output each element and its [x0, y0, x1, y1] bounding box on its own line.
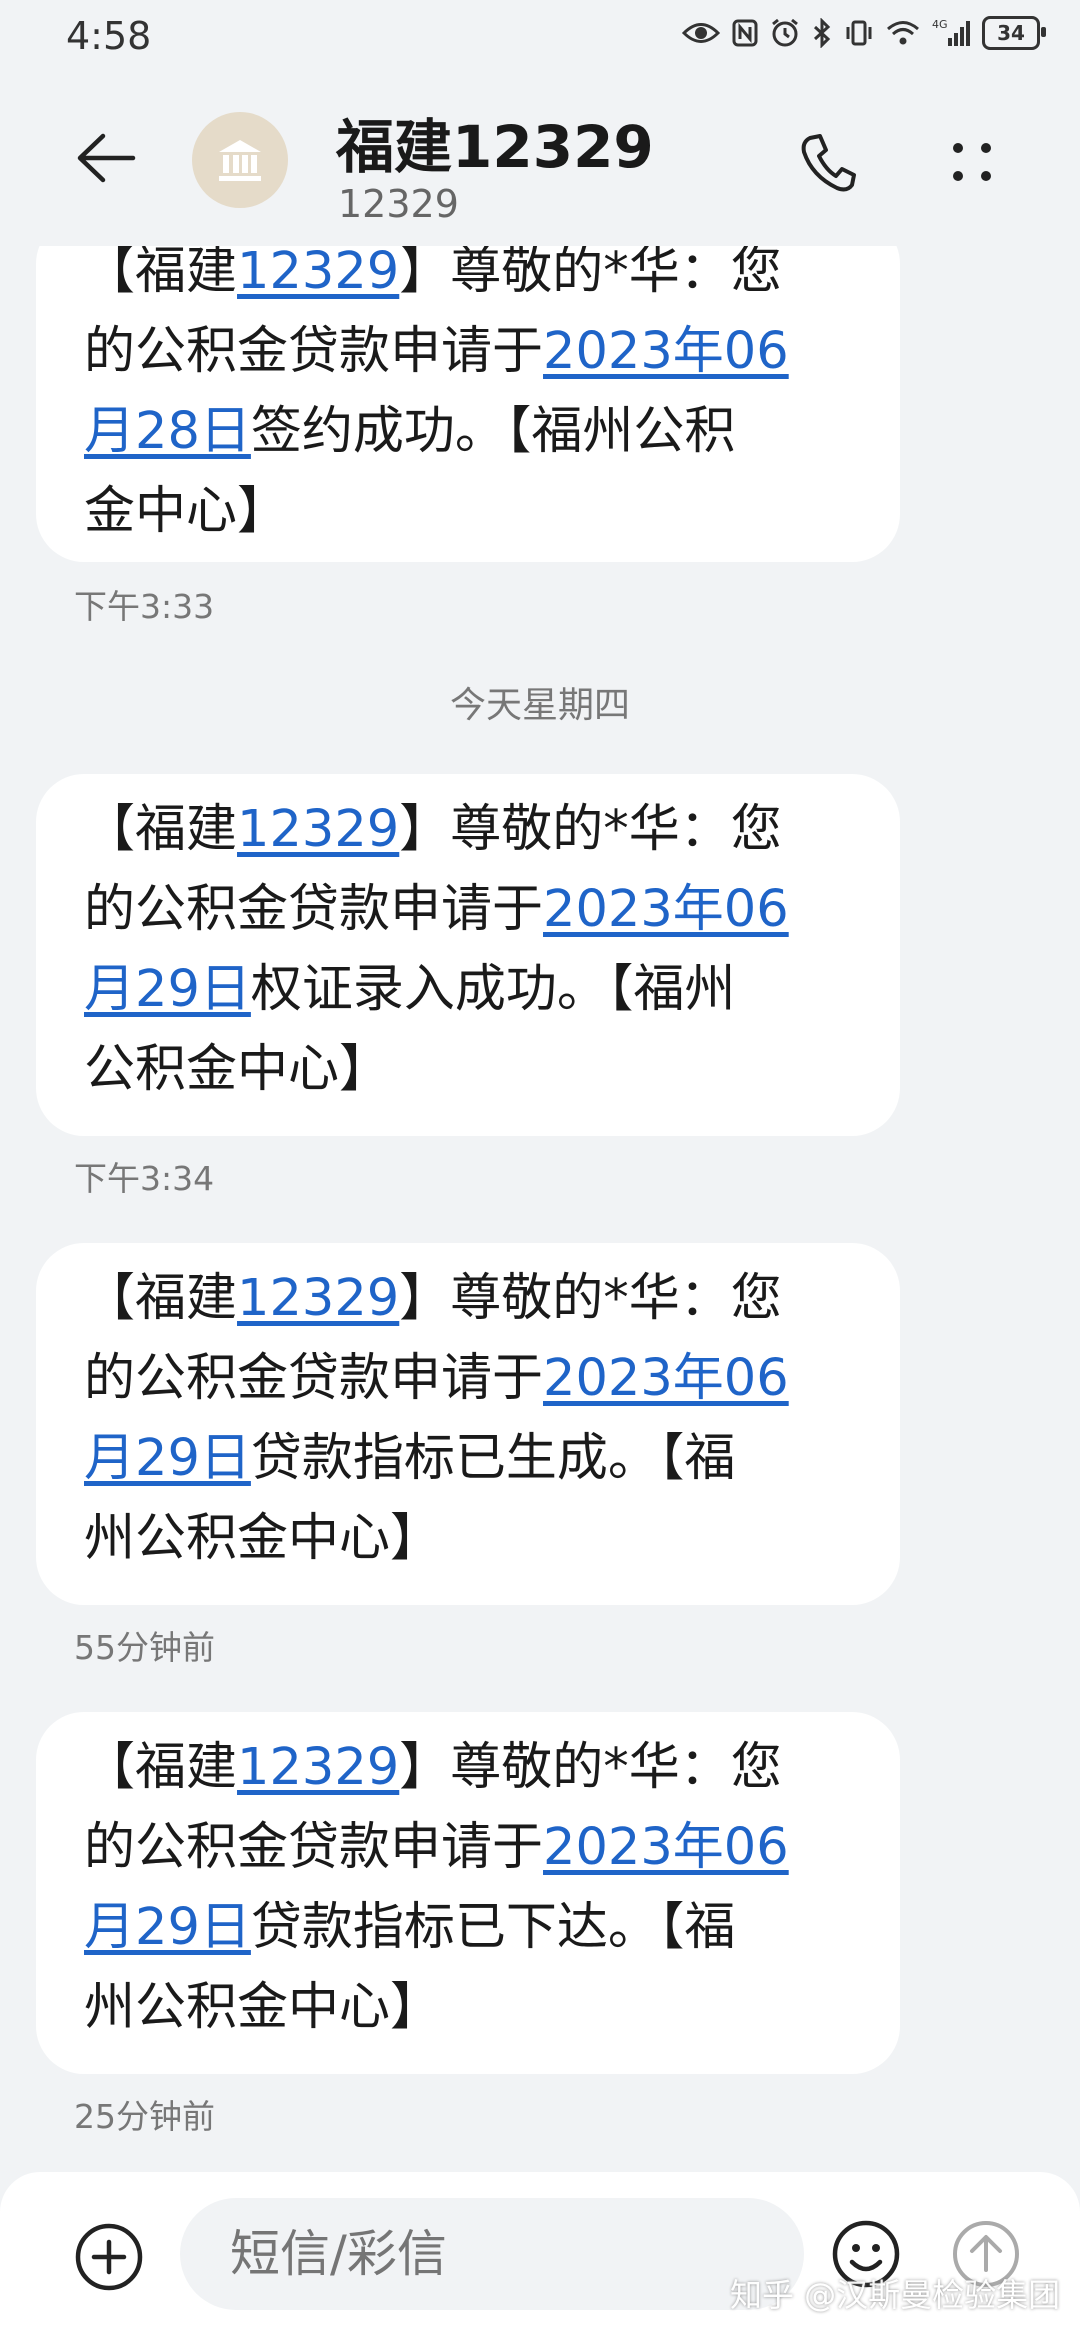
message-bubble[interactable]: 【福建12329】尊敬的*华：您 的公积金贷款申请于2023年06 月29日贷款指标… — [36, 1712, 900, 2074]
message-link[interactable]: 12329 — [237, 1269, 399, 1328]
message-text: 【福建 — [84, 242, 238, 301]
message-text: 的公积金贷款申请于 — [84, 880, 544, 939]
nfc-icon — [732, 19, 758, 47]
message-bubble[interactable]: 【福建12329】尊敬的*华：您 的公积金贷款申请于2023年06 月28日签约成功… — [36, 216, 900, 562]
status-time: 4:58 — [66, 14, 152, 58]
message-line: 的公积金贷款申请于2023年06 — [84, 1808, 850, 1888]
message-line: 的公积金贷款申请于2023年06 — [84, 312, 850, 392]
bank-icon — [219, 140, 261, 181]
message-text: 的公积金贷款申请于 — [84, 322, 544, 381]
more-icon — [953, 143, 991, 181]
conversation-title: 福建12329 — [336, 113, 654, 181]
message-text: 【福建 — [84, 800, 238, 859]
message-bubble[interactable]: 【福建12329】尊敬的*华：您 的公积金贷款申请于2023年06 月29日权证录入… — [36, 774, 900, 1136]
message-line: 的公积金贷款申请于2023年06 — [84, 870, 850, 950]
message-text: 的公积金贷款申请于 — [84, 1818, 544, 1877]
message-line: 月29日权证录入成功。【福州 — [84, 950, 850, 1030]
message-time: 25分钟前 — [74, 2097, 215, 2136]
message-line: 的公积金贷款申请于2023年06 — [84, 1339, 850, 1419]
conversation-header: 福建12329 12329 — [0, 76, 1080, 246]
message-line: 【福建12329】尊敬的*华：您 — [84, 790, 850, 870]
message-time: 55分钟前 — [74, 1628, 215, 1667]
message-line: 月29日贷款指标已生成。【福 — [84, 1419, 850, 1499]
phone-icon — [801, 134, 856, 192]
message-text: 金中心】 — [84, 482, 289, 541]
message-text: 】尊敬的*华：您 — [399, 800, 782, 859]
message-line: 月28日签约成功。【福州公积 — [84, 392, 850, 472]
message-text: 【福建 — [84, 1738, 238, 1797]
vibrate-icon — [846, 20, 872, 46]
status-icons: 4G 34 — [682, 16, 1046, 50]
message-link[interactable]: 2023年06 — [543, 880, 789, 939]
message-text: 的公积金贷款申请于 — [84, 1349, 544, 1408]
message-text: 州公积金中心】 — [84, 1978, 442, 2037]
arrow-left-icon — [77, 133, 136, 183]
message-text: 】尊敬的*华：您 — [399, 242, 782, 301]
message-input[interactable] — [180, 2198, 804, 2310]
network-type: 4G — [932, 18, 948, 31]
message-line: 州公积金中心】 — [84, 1499, 850, 1579]
plus-circle-icon — [75, 2223, 143, 2291]
message-time: 下午3:33 — [74, 587, 215, 626]
message-line: 月29日贷款指标已下达。【福 — [84, 1888, 850, 1968]
message-text: 公积金中心】 — [84, 1040, 391, 1099]
eye-icon — [682, 23, 720, 43]
message-link[interactable]: 12329 — [237, 800, 399, 859]
back-button[interactable] — [70, 122, 142, 194]
message-link[interactable]: 2023年06 — [543, 1818, 789, 1877]
message-link[interactable]: 2023年06 — [543, 322, 789, 381]
message-text: 【福建 — [84, 1269, 238, 1328]
message-line: 【福建12329】尊敬的*华：您 — [84, 1259, 850, 1339]
message-time: 下午3:34 — [74, 1159, 215, 1198]
message-link[interactable]: 月28日 — [84, 402, 251, 461]
message-text: 州公积金中心】 — [84, 1509, 442, 1568]
status-bar: 4:58 4G 34 — [0, 0, 1080, 76]
message-link[interactable]: 月29日 — [84, 1898, 251, 1957]
message-text: 】尊敬的*华：您 — [399, 1738, 782, 1797]
message-bubble[interactable]: 【福建12329】尊敬的*华：您 的公积金贷款申请于2023年06 月29日贷款指标… — [36, 1243, 900, 1605]
message-link[interactable]: 月29日 — [84, 960, 251, 1019]
message-line: 州公积金中心】 — [84, 1968, 850, 2048]
day-separator: 今天星期四 — [449, 685, 630, 726]
conversation-number: 12329 — [338, 182, 459, 226]
message-line: 金中心】 — [84, 472, 850, 552]
message-link[interactable]: 2023年06 — [543, 1349, 789, 1408]
battery-indicator: 34 — [982, 16, 1046, 50]
message-text: 贷款指标已下达。【福 — [250, 1898, 736, 1957]
message-text: 签约成功。【福州公积 — [250, 402, 736, 461]
more-options-button[interactable] — [936, 126, 1008, 198]
message-link[interactable]: 12329 — [237, 1738, 399, 1797]
message-link[interactable]: 月29日 — [84, 1429, 251, 1488]
wifi-icon — [887, 21, 919, 45]
message-line: 【福建12329】尊敬的*华：您 — [84, 1728, 850, 1808]
alarm-icon — [772, 18, 798, 47]
add-attachment-button[interactable] — [72, 2220, 146, 2294]
signal-icon: 4G — [932, 18, 970, 46]
watermark: 知乎 @汉斯曼检验集团 — [730, 2276, 1061, 2314]
message-text: 】尊敬的*华：您 — [399, 1269, 782, 1328]
bluetooth-icon — [813, 18, 831, 48]
call-button[interactable] — [792, 126, 864, 198]
message-text: 权证录入成功。【福州 — [250, 960, 736, 1019]
message-text: 贷款指标已生成。【福 — [250, 1429, 736, 1488]
contact-avatar[interactable] — [192, 112, 288, 208]
message-link[interactable]: 12329 — [237, 242, 399, 301]
message-line: 公积金中心】 — [84, 1030, 850, 1110]
